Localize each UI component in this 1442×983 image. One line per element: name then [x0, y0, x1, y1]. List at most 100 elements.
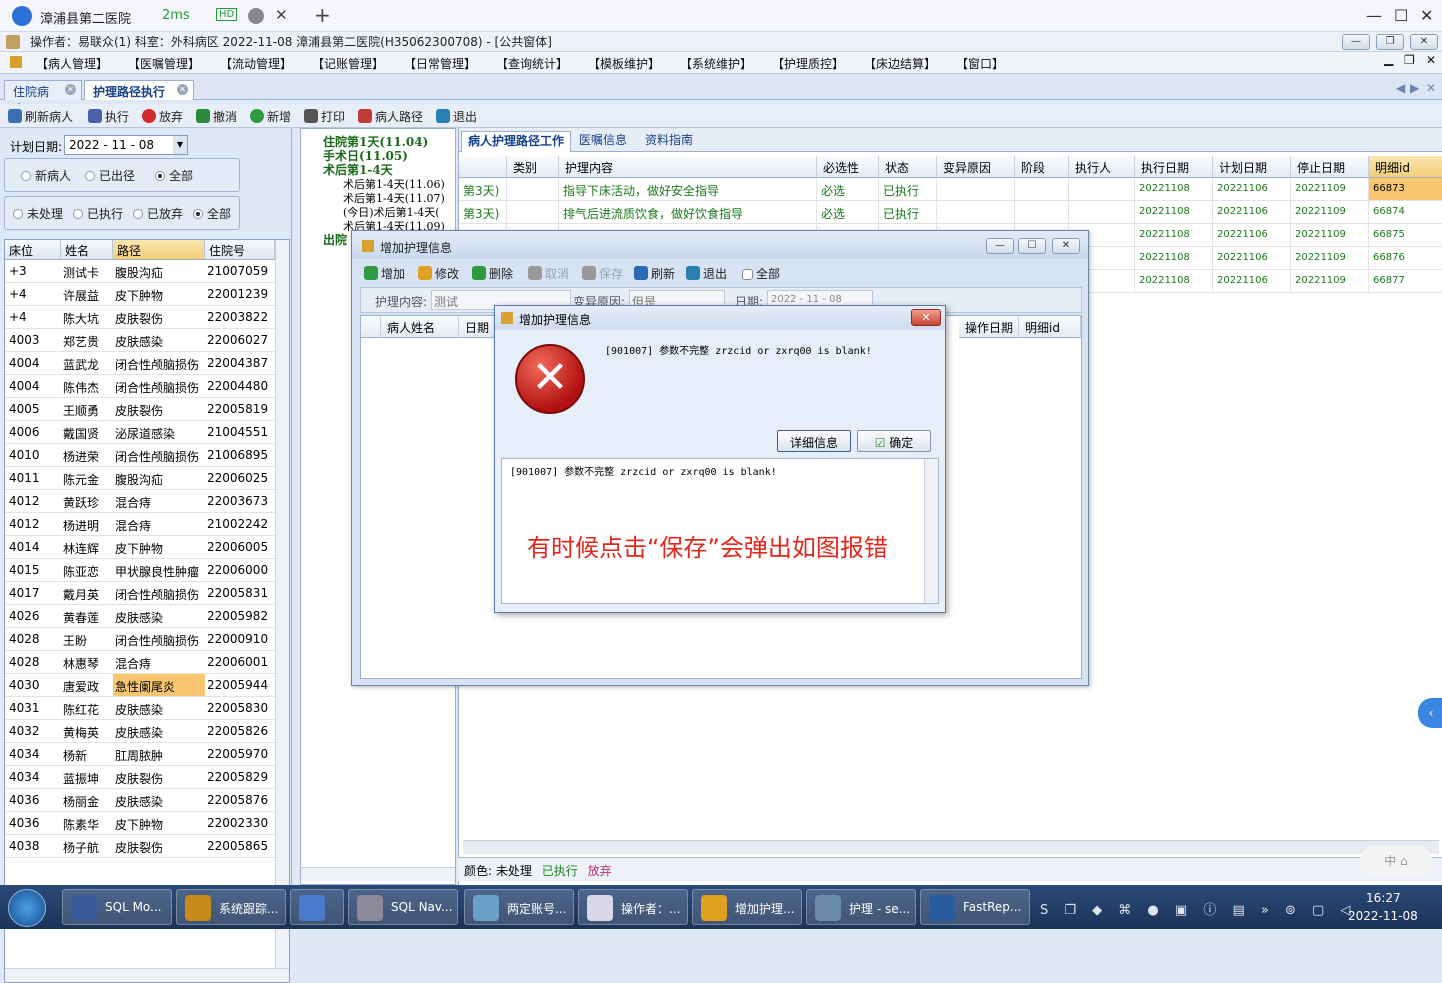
tab-inpatients[interactable]: 住院病人✕: [4, 80, 82, 116]
taskbar-item[interactable]: SQL Mo...: [62, 889, 172, 925]
menu-item-daily[interactable]: 【日常管理】: [404, 55, 476, 72]
tree-hscroll[interactable]: [301, 867, 455, 881]
table-row[interactable]: 第3天) 指导下床活动，做好安全指导 必选 已执行 20221108 20221106 20…: [459, 178, 1442, 201]
radio-all-b[interactable]: 全部: [193, 205, 231, 222]
dialog-toolbar-button[interactable]: 刷新: [634, 265, 675, 282]
chevron-down-icon[interactable]: ▼: [173, 136, 187, 154]
column-header-path[interactable]: 路径: [113, 240, 205, 260]
column-header-admission-no[interactable]: 住院号: [205, 240, 275, 260]
plan-date-picker[interactable]: 2022 - 11 - 08 ▼: [64, 135, 188, 155]
subtab-guide[interactable]: 资料指南: [645, 131, 693, 148]
table-row[interactable]: 4028 王盼 闭合性颅脑损伤 22000910: [5, 628, 275, 651]
menu-item-query[interactable]: 【查询统计】: [496, 55, 568, 72]
close-tab-icon[interactable]: ✕: [275, 6, 288, 24]
patient-grid-hscroll[interactable]: [5, 968, 289, 982]
table-row[interactable]: 4012 黄跃珍 混合痔 22003673: [5, 490, 275, 513]
nursing-grid-hscroll[interactable]: [463, 840, 1439, 854]
dialog-toolbar-button[interactable]: 修改: [418, 265, 459, 282]
close-icon[interactable]: ✕: [177, 84, 188, 95]
taskbar-item[interactable]: FastRep...: [920, 889, 1030, 925]
table-row[interactable]: +4 陈大坑 皮肤裂伤 22003822: [5, 306, 275, 329]
table-row[interactable]: 4004 蓝武龙 闭合性颅脑损伤 22004387: [5, 352, 275, 375]
ok-button[interactable]: ☑ 确定: [857, 430, 931, 452]
column-header[interactable]: 明细id: [1369, 156, 1442, 178]
column-header[interactable]: 类别: [507, 156, 559, 178]
table-row[interactable]: 4030 唐爱政 急性阑尾炎 22005944: [5, 674, 275, 697]
table-row[interactable]: 第3天) 排气后进流质饮食，做好饮食指导 必选 已执行 20221108 20221106…: [459, 201, 1442, 224]
menu-item-window[interactable]: 【窗口】: [956, 55, 1004, 72]
detail-vscroll[interactable]: [924, 459, 938, 603]
menu-item-template[interactable]: 【模板维护】: [588, 55, 660, 72]
error-close-button[interactable]: ✕: [911, 309, 941, 326]
close-icon[interactable]: ✕: [65, 84, 76, 95]
close-button[interactable]: ✕: [1420, 6, 1433, 25]
menu-item-flow[interactable]: 【流动管理】: [220, 55, 292, 72]
undo-button[interactable]: 撤消: [196, 108, 237, 125]
column-header[interactable]: 必选性: [817, 156, 879, 178]
menu-item-nursing-qc[interactable]: 【护理质控】: [772, 55, 844, 72]
dialog-toolbar-button[interactable]: 增加: [364, 265, 405, 282]
mdi-minimize-icon[interactable]: ▁: [1384, 52, 1393, 66]
column-header-bed[interactable]: 床位: [5, 240, 61, 260]
dialog-toolbar-button[interactable]: 删除: [472, 265, 513, 282]
ime-indicator-icon[interactable]: 中 ⌂: [1360, 846, 1432, 876]
refresh-patients-button[interactable]: 刷新病人: [8, 108, 73, 125]
menu-item-patient[interactable]: 【病人管理】: [36, 55, 108, 72]
inner-minimize-button[interactable]: —: [1342, 34, 1370, 50]
taskbar-item[interactable]: 操作者：...: [578, 889, 688, 925]
table-row[interactable]: 4026 黄春莲 皮肤感染 22005982: [5, 605, 275, 628]
column-header-patient-name[interactable]: 病人姓名: [381, 316, 459, 338]
dialog-maximize-button[interactable]: ☐: [1018, 238, 1046, 254]
minimize-button[interactable]: —: [1366, 6, 1382, 25]
mdi-restore-icon[interactable]: ❐: [1404, 53, 1415, 67]
subtab-nursing-work[interactable]: 病人护理路径工作: [461, 131, 572, 152]
dialog-toolbar-button[interactable]: 全部: [742, 265, 780, 282]
dialog-toolbar-button[interactable]: 退出: [686, 265, 727, 282]
taskbar-item[interactable]: [290, 889, 344, 925]
table-row[interactable]: 4004 陈伟杰 闭合性颅脑损伤 22004480: [5, 375, 275, 398]
radio-executed[interactable]: 已执行: [73, 205, 123, 222]
inner-close-button[interactable]: ✕: [1410, 34, 1438, 50]
dialog-close-button[interactable]: ✕: [1052, 238, 1080, 254]
column-header[interactable]: 执行日期: [1135, 156, 1213, 178]
abandon-button[interactable]: 放弃: [142, 108, 183, 125]
table-row[interactable]: 4034 杨新 肛周脓肿 22005970: [5, 743, 275, 766]
table-row[interactable]: 4038 杨子航 皮肤裂伤 22005865: [5, 835, 275, 858]
column-header[interactable]: 停止日期: [1291, 156, 1369, 178]
column-header-select[interactable]: [361, 316, 381, 338]
column-header[interactable]: 状态: [879, 156, 937, 178]
taskbar-item[interactable]: 系统跟踪...: [176, 889, 286, 925]
column-header[interactable]: 计划日期: [1213, 156, 1291, 178]
column-header-op-date[interactable]: 操作日期: [959, 316, 1019, 338]
patient-path-button[interactable]: 病人路径: [358, 108, 423, 125]
menu-item-order[interactable]: 【医嘱管理】: [128, 55, 200, 72]
start-button[interactable]: [8, 889, 46, 927]
table-row[interactable]: 4006 戴国贤 泌尿道感染 21004551: [5, 421, 275, 444]
table-row[interactable]: 4017 戴月英 闭合性颅脑损伤 22005831: [5, 582, 275, 605]
subtab-order-info[interactable]: 医嘱信息: [579, 131, 627, 148]
taskbar-item[interactable]: 增加护理...: [692, 889, 802, 925]
dialog-minimize-button[interactable]: —: [986, 238, 1014, 254]
menu-item-system[interactable]: 【系统维护】: [680, 55, 752, 72]
table-row[interactable]: 4014 林连辉 皮下肿物 22006005: [5, 536, 275, 559]
tab-next-icon[interactable]: ▶: [1410, 81, 1419, 95]
table-row[interactable]: 4031 陈红花 皮肤感染 22005830: [5, 697, 275, 720]
table-row[interactable]: 4034 蓝振坤 皮肤裂伤 22005829: [5, 766, 275, 789]
tab-prev-icon[interactable]: ◀: [1396, 81, 1405, 95]
column-header[interactable]: 阶段: [1015, 156, 1069, 178]
radio-abandoned[interactable]: 已放弃: [133, 205, 183, 222]
radio-all-a[interactable]: 全部: [155, 167, 193, 184]
table-row[interactable]: +3 测试卡 腹股沟疝 21007059: [5, 260, 275, 283]
table-row[interactable]: 4036 陈素华 皮下肿物 22002330: [5, 812, 275, 835]
column-header-detail-id[interactable]: 明细id: [1019, 316, 1081, 338]
maximize-button[interactable]: ☐: [1394, 6, 1408, 25]
radio-new-patient[interactable]: 新病人: [21, 167, 71, 184]
menu-item-billing[interactable]: 【记账管理】: [312, 55, 384, 72]
inner-restore-button[interactable]: ❐: [1376, 34, 1404, 50]
tab-nursing-path[interactable]: 护理路径执行 ✕: [84, 80, 194, 100]
side-collapse-icon[interactable]: ‹: [1418, 698, 1442, 728]
tree-node[interactable]: 出院: [323, 231, 347, 248]
table-row[interactable]: 4010 杨进荣 闭合性颅脑损伤 21006895: [5, 444, 275, 467]
execute-button[interactable]: 执行: [88, 108, 129, 125]
column-header[interactable]: 护理内容: [559, 156, 817, 178]
